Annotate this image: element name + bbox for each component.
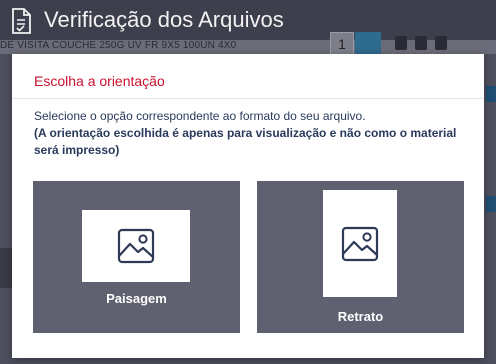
orientation-dialog: Escolha a orientação Selecione o opção c… xyxy=(12,54,484,358)
page-title: Verificação dos Arquivos xyxy=(44,7,284,32)
landscape-option[interactable]: Paisagem xyxy=(33,181,240,333)
landscape-preview xyxy=(82,210,190,282)
product-name: DE VISITA COUCHE 250G UV FR 9X5 100UN 4X… xyxy=(0,40,237,51)
quantity-button[interactable] xyxy=(355,32,381,54)
document-check-icon xyxy=(12,8,31,34)
comment-icon[interactable] xyxy=(415,36,427,50)
divider xyxy=(12,98,484,99)
quantity-field[interactable]: 1 xyxy=(330,32,354,56)
page-header: Verificação dos Arquivos xyxy=(0,0,496,40)
portrait-label: Retrato xyxy=(337,309,384,324)
instruction-text: Selecione o opção correspondente ao form… xyxy=(34,109,366,123)
row-actions xyxy=(395,36,447,50)
trash-icon[interactable] xyxy=(395,36,407,50)
dialog-title: Escolha a orientação xyxy=(34,73,165,89)
bottom-bar xyxy=(0,248,12,288)
note-text: (A orientação escolhida é apenas para vi… xyxy=(34,126,457,157)
dialog-description: Selecione o opção correspondente ao form… xyxy=(34,108,464,159)
landscape-label: Paisagem xyxy=(106,291,167,306)
image-icon xyxy=(341,226,379,261)
side-marker xyxy=(486,196,496,212)
portrait-option[interactable]: Retrato xyxy=(257,181,464,333)
portrait-preview xyxy=(323,190,397,297)
image-icon xyxy=(117,228,155,264)
copy-icon[interactable] xyxy=(435,36,447,50)
side-marker xyxy=(486,86,496,102)
